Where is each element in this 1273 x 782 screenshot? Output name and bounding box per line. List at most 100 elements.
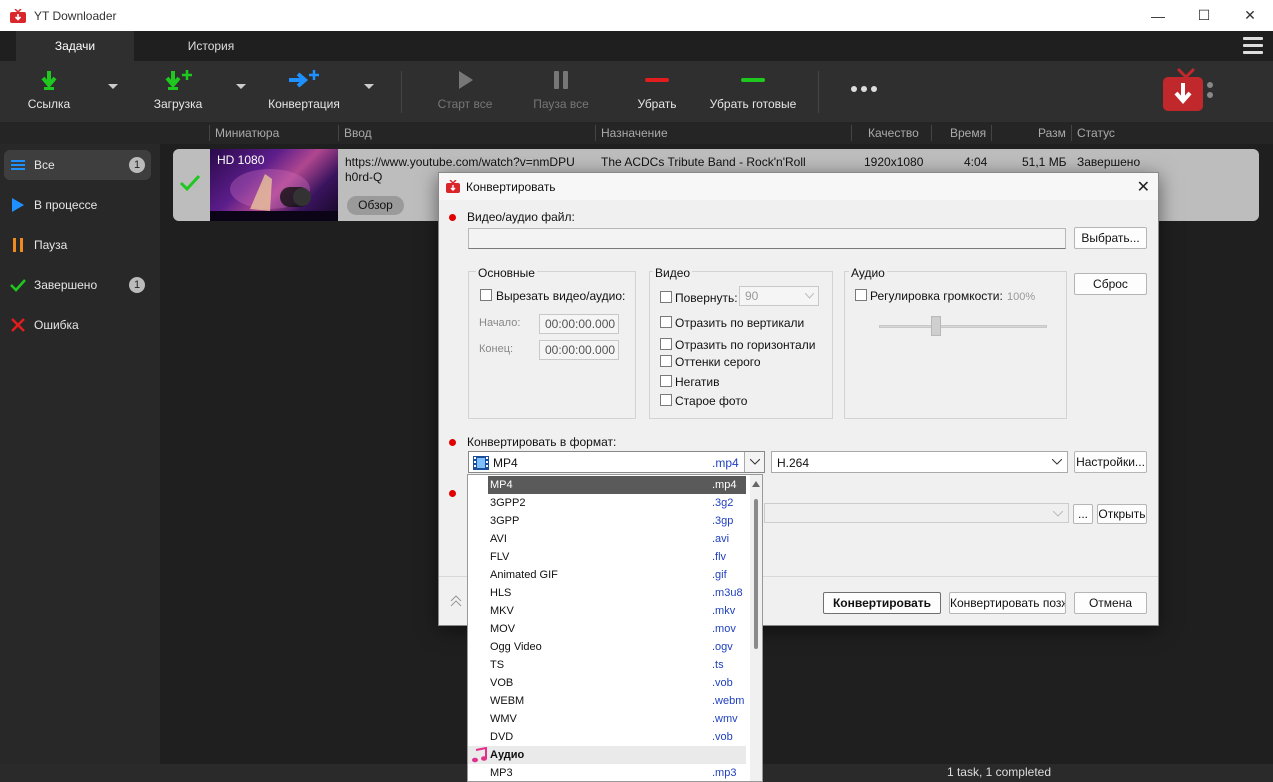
col-input[interactable]: Ввод (344, 126, 372, 140)
codec-select[interactable]: H.264 (771, 451, 1068, 473)
close-window-button[interactable]: ✕ (1227, 0, 1273, 31)
window-title: YT Downloader (34, 8, 117, 23)
download-dropdown-icon[interactable] (236, 84, 246, 89)
list-item[interactable]: AVI .avi (488, 530, 746, 548)
negative-checkbox[interactable] (660, 375, 672, 387)
tab-tasks[interactable]: Задачи (16, 31, 134, 61)
remove-button[interactable]: Убрать (634, 69, 680, 111)
col-size[interactable]: Разм (1038, 126, 1066, 140)
volume-value: 100% (1007, 291, 1036, 303)
volume-slider-thumb[interactable] (931, 316, 941, 336)
count-badge: 1 (129, 277, 145, 293)
check-icon (10, 277, 26, 293)
flip-vertical-checkbox[interactable] (660, 316, 672, 328)
list-item[interactable]: 3GPP .3gp (488, 512, 746, 530)
sidebar-item-paused[interactable]: Пауза (4, 230, 151, 260)
maximize-button[interactable]: ☐ (1181, 0, 1227, 31)
list-item[interactable]: MP3 .mp3 (488, 764, 746, 781)
file-input[interactable] (468, 228, 1066, 249)
format-selected-name: MP4 (493, 456, 518, 470)
list-item[interactable]: 3GPP2.3g2 (488, 494, 746, 512)
convert-later-button[interactable]: Конвертировать позже (949, 592, 1066, 614)
col-time[interactable]: Время (950, 126, 986, 140)
pause-all-label: Пауза все (533, 97, 589, 111)
settings-button[interactable]: Настройки... (1074, 451, 1147, 473)
list-item[interactable]: MP4 .mp4 (488, 476, 746, 494)
rotate-select[interactable]: 90 (739, 286, 819, 306)
menu-icon[interactable] (1243, 37, 1263, 55)
download-button[interactable]: Загрузка (150, 69, 206, 111)
flip-horizontal-checkbox[interactable] (660, 338, 672, 350)
count-badge: 1 (129, 157, 145, 173)
open-button[interactable]: Открыть (1097, 504, 1147, 524)
start-time-label: Начало: (479, 317, 521, 329)
start-time-input[interactable]: 00:00:00.000 (539, 314, 619, 334)
negative-label: Негатив (675, 375, 720, 389)
volume-checkbox[interactable] (855, 289, 867, 301)
minus-icon (645, 78, 669, 82)
scroll-up-icon[interactable] (752, 481, 760, 487)
remove-done-button[interactable]: Убрать готовые (708, 69, 798, 111)
dropdown-scrollbar[interactable] (750, 475, 762, 781)
list-item[interactable]: Animated GIF .gif (488, 566, 746, 584)
sidebar-item-completed[interactable]: Завершено 1 (4, 270, 151, 300)
reset-button[interactable]: Сброс (1074, 273, 1147, 295)
chevron-down-icon (1053, 511, 1063, 517)
list-item[interactable]: MKV .mkv (488, 602, 746, 620)
end-time-input[interactable]: 00:00:00.000 (539, 340, 619, 360)
link-dropdown-icon[interactable] (108, 84, 118, 89)
choose-file-button[interactable]: Выбрать... (1074, 227, 1147, 249)
scrollbar-thumb[interactable] (754, 499, 758, 649)
grayscale-checkbox[interactable] (660, 355, 672, 367)
format-selected-ext: .mp4 (712, 456, 739, 470)
list-item[interactable]: DVD .vob (488, 728, 746, 746)
destination-text: The ACDCs Tribute Band - Rock'n'Roll (601, 155, 806, 169)
link-button[interactable]: Ссылка (24, 69, 74, 111)
play-icon (459, 71, 473, 89)
browse-button[interactable]: Обзор (347, 196, 404, 215)
file-label: Видео/аудио файл: (467, 210, 575, 224)
minimize-button[interactable]: — (1135, 0, 1181, 31)
collapse-up-icon[interactable] (450, 595, 462, 607)
list-item[interactable]: MOV .mov (488, 620, 746, 638)
convert-dropdown-icon[interactable] (364, 84, 374, 89)
browse-dots-button[interactable]: ... (1073, 504, 1093, 524)
cut-checkbox[interactable] (480, 289, 492, 301)
list-item[interactable]: WMV .wmv (488, 710, 746, 728)
sidebar-item-all[interactable]: Все 1 (4, 150, 151, 180)
format-label: Конвертировать в формат: (467, 435, 617, 449)
minus-green-icon (741, 78, 765, 82)
close-icon[interactable]: ✕ (1137, 177, 1150, 197)
sidebar-item-error[interactable]: Ошибка (4, 310, 151, 340)
sidebar-item-in-progress[interactable]: В процессе (4, 190, 151, 220)
col-thumbnail[interactable]: Миниатюра (215, 126, 279, 140)
list-item[interactable]: HLS .m3u8 (488, 584, 746, 602)
list-item[interactable]: Ogg Video .ogv (488, 638, 746, 656)
list-item[interactable]: TS .ts (488, 656, 746, 674)
tab-history[interactable]: История (152, 31, 270, 61)
video-thumbnail[interactable]: HD 1080 (210, 149, 338, 221)
pause-icon (10, 237, 26, 253)
old-photo-checkbox[interactable] (660, 394, 672, 406)
start-all-button[interactable]: Старт все (436, 69, 494, 111)
col-status[interactable]: Статус (1077, 126, 1115, 140)
col-quality[interactable]: Качество (868, 126, 919, 140)
toolbar-divider (401, 71, 402, 113)
output-folder-input[interactable] (764, 503, 1069, 523)
list-item[interactable]: VOB .vob (488, 674, 746, 692)
duration-text: 4:04 (964, 155, 988, 169)
volume-slider-track[interactable] (879, 325, 1047, 328)
volume-label: Регулировка громкости: (870, 289, 1003, 303)
dialog-title-bar: Конвертировать ✕ (439, 173, 1158, 200)
pause-all-button[interactable]: Пауза все (531, 69, 591, 111)
format-select[interactable]: MP4 .mp4 (468, 451, 765, 473)
rotate-checkbox[interactable] (660, 291, 672, 303)
list-item[interactable]: WEBM .webm (488, 692, 746, 710)
convert-button[interactable]: Конвертировать (823, 592, 941, 614)
cancel-button[interactable]: Отмена (1074, 592, 1147, 614)
col-destination[interactable]: Назначение (601, 126, 668, 140)
list-item[interactable]: FLV .flv (488, 548, 746, 566)
convert-button[interactable]: Конвертация (268, 69, 340, 111)
more-options-icon[interactable] (851, 86, 877, 92)
list-icon (10, 157, 26, 173)
